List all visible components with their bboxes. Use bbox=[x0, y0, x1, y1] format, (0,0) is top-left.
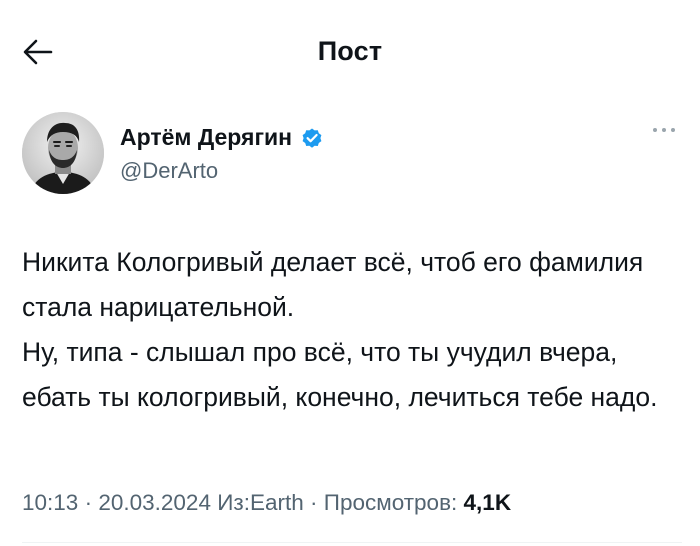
tweet-time[interactable]: 10:13 bbox=[22, 490, 78, 515]
tweet-paragraph: Никита Кологривый делает всё, чтоб его ф… bbox=[22, 247, 644, 322]
author-row: Артём Дерягин @DerArto bbox=[22, 112, 682, 196]
author-handle[interactable]: @DerArto bbox=[120, 158, 218, 184]
verified-badge-icon bbox=[300, 126, 324, 150]
views-label: Просмотров: bbox=[323, 490, 458, 515]
page-title: Пост bbox=[317, 36, 383, 66]
author-name-row: Артём Дерягин bbox=[120, 124, 324, 151]
source-prefix: Из: bbox=[217, 490, 250, 515]
tweet-paragraph: Ну, типа - слышал про всё, что ты учудил… bbox=[22, 337, 658, 412]
meta-separator: · bbox=[84, 490, 93, 515]
top-bar: Пост bbox=[0, 0, 700, 100]
avatar[interactable] bbox=[22, 112, 104, 194]
ellipsis-icon bbox=[653, 128, 675, 132]
views-count[interactable]: 4,1K bbox=[464, 490, 512, 515]
meta-separator: · bbox=[310, 490, 318, 515]
author-name[interactable]: Артём Дерягин bbox=[120, 124, 292, 151]
tweet-source: Earth bbox=[249, 490, 304, 515]
tweet-meta: 10:13 · 20.03.2024 Из:Earth · Просмотров… bbox=[22, 490, 511, 516]
tweet-date[interactable]: 20.03.2024 bbox=[98, 490, 211, 515]
tweet-text: Никита Кологривый делает всё, чтоб его ф… bbox=[22, 240, 662, 420]
more-options-button[interactable] bbox=[646, 118, 682, 142]
avatar-image bbox=[22, 112, 104, 194]
divider bbox=[22, 542, 682, 543]
